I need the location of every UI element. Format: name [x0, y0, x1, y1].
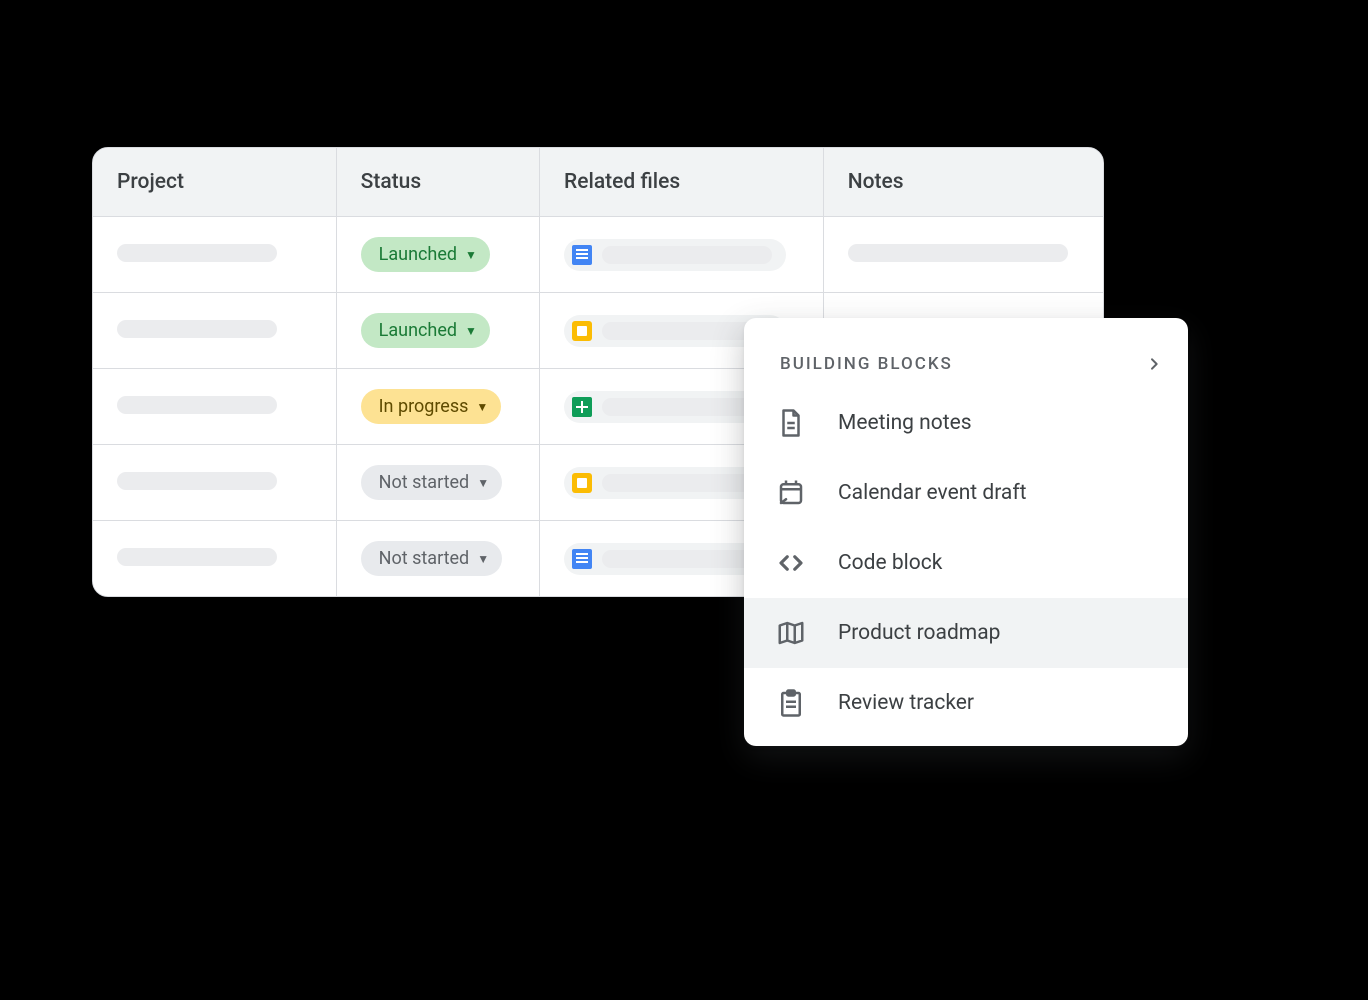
- caret-down-icon: ▼: [476, 402, 488, 412]
- menu-option-label: Meeting notes: [838, 411, 972, 435]
- menu-option-product-roadmap[interactable]: Product roadmap: [744, 598, 1188, 668]
- menu-title: BUILDING BLOCKS: [780, 354, 953, 374]
- header-related-files: Related files: [540, 148, 824, 217]
- header-notes: Notes: [823, 148, 1103, 217]
- caret-down-icon: ▼: [465, 250, 477, 260]
- clipboard-icon: [776, 688, 806, 718]
- cell-status: Launched ▼: [336, 293, 539, 369]
- caret-down-icon: ▼: [465, 326, 477, 336]
- menu-option-label: Code block: [838, 551, 942, 575]
- menu-option-label: Product roadmap: [838, 621, 1000, 645]
- placeholder: [117, 244, 277, 262]
- menu-option-review-tracker[interactable]: Review tracker: [744, 668, 1188, 738]
- status-label: Launched: [379, 244, 457, 265]
- header-project: Project: [93, 148, 336, 217]
- cell-status: Launched ▼: [336, 217, 539, 293]
- docs-icon: [572, 245, 592, 265]
- caret-down-icon: ▼: [477, 554, 489, 564]
- map-icon: [776, 618, 806, 648]
- cell-project[interactable]: [93, 293, 336, 369]
- file-chip[interactable]: [564, 239, 786, 271]
- table-header-row: Project Status Related files Notes: [93, 148, 1103, 217]
- status-chip[interactable]: Launched ▼: [361, 313, 490, 348]
- slides-icon: [572, 321, 592, 341]
- cell-status: Not started ▼: [336, 445, 539, 521]
- docs-icon: [572, 549, 592, 569]
- caret-down-icon: ▼: [477, 478, 489, 488]
- page-icon: [776, 408, 806, 438]
- placeholder: [117, 320, 277, 338]
- header-status: Status: [336, 148, 539, 217]
- menu-option-label: Calendar event draft: [838, 481, 1027, 505]
- status-label: Not started: [379, 472, 470, 493]
- cell-related-files: [540, 217, 824, 293]
- cell-status: Not started ▼: [336, 521, 539, 597]
- code-icon: [776, 548, 806, 578]
- calendar-icon: [776, 478, 806, 508]
- cell-notes[interactable]: [823, 217, 1103, 293]
- menu-option-calendar-event-draft[interactable]: Calendar event draft: [744, 458, 1188, 528]
- status-label: Not started: [379, 548, 470, 569]
- placeholder: [117, 472, 277, 490]
- status-chip[interactable]: In progress ▼: [361, 389, 502, 424]
- menu-option-label: Review tracker: [838, 691, 974, 715]
- status-chip[interactable]: Launched ▼: [361, 237, 490, 272]
- menu-option-code-block[interactable]: Code block: [744, 528, 1188, 598]
- placeholder: [117, 396, 277, 414]
- status-label: Launched: [379, 320, 457, 341]
- table-row: Launched ▼: [93, 217, 1103, 293]
- status-chip[interactable]: Not started ▼: [361, 541, 502, 576]
- status-label: In progress: [379, 396, 469, 417]
- cell-project[interactable]: [93, 445, 336, 521]
- placeholder: [602, 246, 772, 264]
- placeholder: [117, 548, 277, 566]
- cell-project[interactable]: [93, 521, 336, 597]
- chevron-right-icon: [1146, 356, 1162, 372]
- status-chip[interactable]: Not started ▼: [361, 465, 502, 500]
- sheets-icon: [572, 397, 592, 417]
- cell-status: In progress ▼: [336, 369, 539, 445]
- building-blocks-menu[interactable]: BUILDING BLOCKS Meeting notes Calendar ev…: [744, 318, 1188, 746]
- cell-project[interactable]: [93, 369, 336, 445]
- menu-header[interactable]: BUILDING BLOCKS: [744, 326, 1188, 388]
- slides-icon: [572, 473, 592, 493]
- menu-option-meeting-notes[interactable]: Meeting notes: [744, 388, 1188, 458]
- placeholder: [848, 244, 1068, 262]
- cell-project[interactable]: [93, 217, 336, 293]
